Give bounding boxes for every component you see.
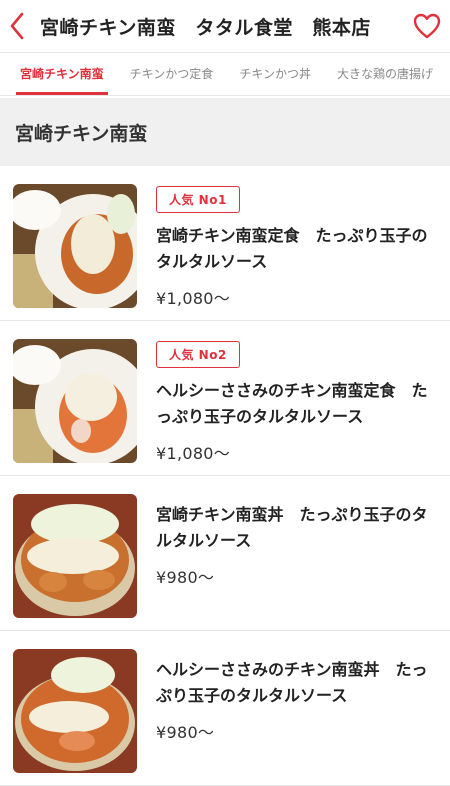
- item-name: 宮崎チキン南蛮丼 たっぷり玉子のタルタルソース: [156, 505, 428, 550]
- food-photo: [13, 339, 137, 463]
- popularity-badge: 人気 No1: [156, 186, 240, 213]
- favorite-button[interactable]: [410, 9, 444, 43]
- category-tabs: 宮崎チキン南蛮 チキンかつ定食 チキンかつ丼 大きな鶏の唐揚げ: [0, 53, 450, 96]
- menu-item[interactable]: 宮崎チキン南蛮丼 たっぷり玉子のタルタルソース ¥980〜: [0, 476, 450, 631]
- item-price: ¥1,080〜: [156, 289, 231, 308]
- tab-chicken-katsu-don[interactable]: チキンかつ丼: [239, 53, 311, 95]
- tab-karaage[interactable]: 大きな鶏の唐揚げ: [337, 53, 433, 95]
- food-photo: [13, 494, 137, 618]
- page-title: 宮崎チキン南蛮 タタル食堂 熊本店: [40, 16, 371, 39]
- chevron-left-icon: [10, 12, 24, 40]
- tab-chicken-katsu-teishoku[interactable]: チキンかつ定食: [130, 53, 214, 95]
- food-photo: [13, 649, 137, 773]
- menu-item[interactable]: 人気 No1 宮崎チキン南蛮定食 たっぷり玉子のタルタルソース ¥1,080〜: [0, 166, 450, 321]
- item-price: ¥980〜: [156, 568, 215, 587]
- item-name: ヘルシーささみのチキン南蛮丼 たっぷり玉子のタルタルソース: [156, 660, 428, 705]
- app-header: 宮崎チキン南蛮 タタル食堂 熊本店: [0, 0, 450, 53]
- back-button[interactable]: [4, 6, 30, 46]
- item-price: ¥1,080〜: [156, 444, 231, 463]
- menu-item[interactable]: ヘルシーささみのチキン南蛮丼 たっぷり玉子のタルタルソース ¥980〜: [0, 631, 450, 786]
- heart-outline-icon: [413, 13, 441, 39]
- food-photo: [13, 184, 137, 308]
- item-name: ヘルシーささみのチキン南蛮定食 たっぷり玉子のタルタルソース: [156, 381, 428, 426]
- item-name: 宮崎チキン南蛮定食 たっぷり玉子のタルタルソース: [156, 226, 428, 271]
- section-title: 宮崎チキン南蛮: [0, 98, 450, 166]
- menu-item[interactable]: 人気 No2 ヘルシーささみのチキン南蛮定食 たっぷり玉子のタルタルソース ¥1…: [0, 321, 450, 476]
- item-price: ¥980〜: [156, 723, 215, 742]
- popularity-badge: 人気 No2: [156, 341, 240, 368]
- tab-miyazaki-chicken-nanban[interactable]: 宮崎チキン南蛮: [16, 53, 108, 95]
